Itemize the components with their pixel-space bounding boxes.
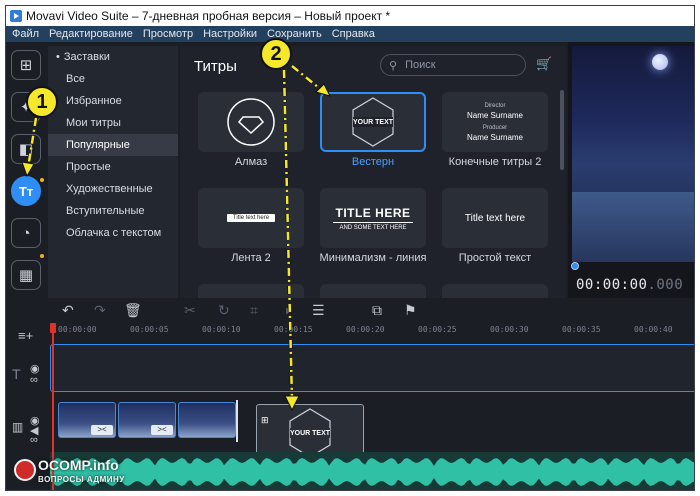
watermark-logo-icon (14, 459, 36, 481)
watermark-subtext: ВОПРОСЫ АДМИНУ (38, 475, 125, 484)
annotation-badge-1: 1 (26, 86, 58, 118)
annotation-badge-2: 2 (260, 38, 292, 70)
watermark: OCOMP.info ВОПРОСЫ АДМИНУ (14, 455, 174, 489)
annotation-arrows (21, 64, 331, 412)
watermark-text: OCOMP.info (38, 457, 119, 473)
